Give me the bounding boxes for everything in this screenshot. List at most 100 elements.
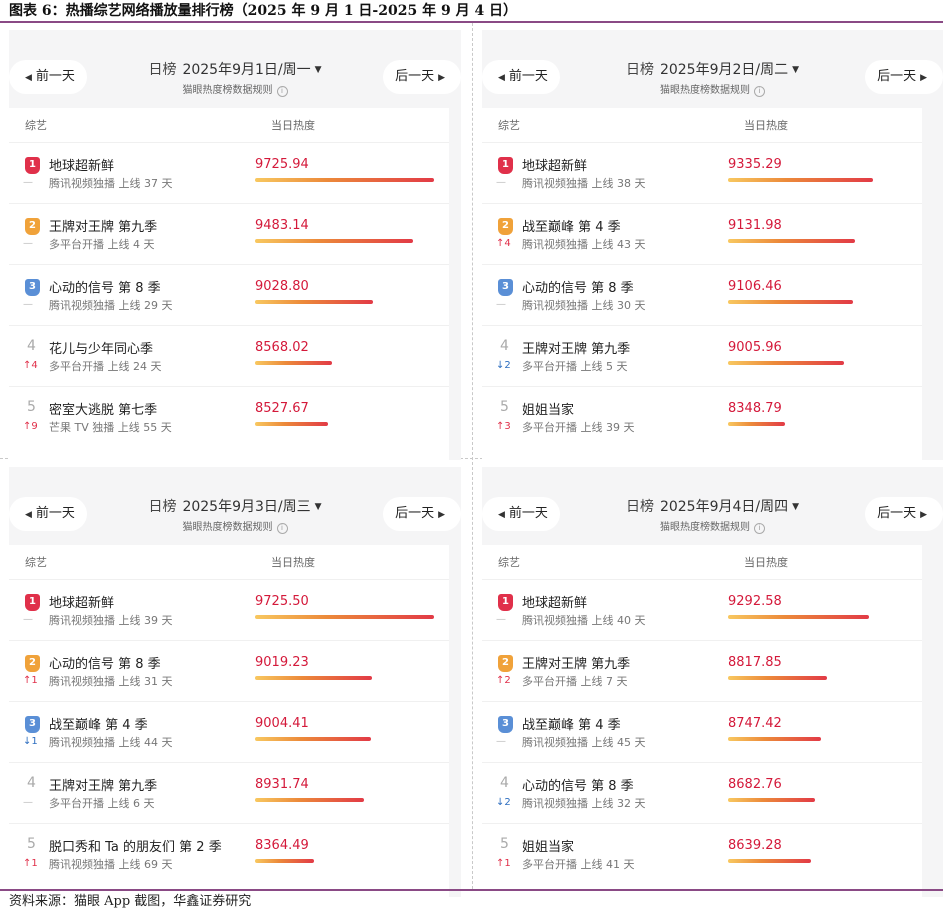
table-row[interactable]: 1 — 地球超新鲜 腾讯视频独播 上线 38 天 9335.29 xyxy=(482,142,922,203)
rank-number: 5 xyxy=(27,836,36,852)
col-heat-header: 当日热度 xyxy=(744,556,788,569)
show-name: 地球超新鲜 xyxy=(49,596,115,611)
show-platform-info: 腾讯视频独播 上线 44 天 xyxy=(49,736,173,749)
table-row[interactable]: 4 ↓2 心动的信号 第 8 季腾讯视频独播 上线 32 天 8682.76 xyxy=(482,762,922,823)
table-row[interactable]: 2 — 王牌对王牌 第九季 多平台开播 上线 4 天 9483.14 xyxy=(9,203,449,264)
col-show-header: 综艺 xyxy=(498,119,520,132)
table-row[interactable]: 1 — 地球超新鲜 腾讯视频独播 上线 39 天 9725.50 xyxy=(9,579,449,640)
show-name: 心动的信号 第 8 季 xyxy=(49,657,161,672)
list-header: 综艺 当日热度 xyxy=(482,545,922,579)
rank-trend: ↑3 xyxy=(496,421,511,432)
rank-trend: ↓2 xyxy=(496,797,511,808)
table-row[interactable]: 5 ↑1 姐姐当家 多平台开播 上线 41 天 8639.28 xyxy=(482,823,922,884)
ranking-list: 综艺 当日热度 1 — 地球超新鲜 腾讯视频独播 上线 39 天 9725.50 2 ↑1 心动的… xyxy=(9,545,449,897)
table-row[interactable]: 3 — 心动的信号 第 8 季腾讯视频独播 上线 30 天 9106.46 xyxy=(482,264,922,325)
table-row[interactable]: 5 ↑9 密室大逃脱 第七季 芒果 TV 独播 上线 55 天 8527.67 xyxy=(9,386,449,447)
chevron-down-icon: ▼ xyxy=(314,502,322,512)
rank-badge-icon: 3 xyxy=(498,279,513,296)
show-name: 战至巅峰 第 4 季 xyxy=(522,220,621,235)
vertical-divider xyxy=(472,23,473,889)
chevron-down-icon: ▼ xyxy=(314,65,322,75)
show-platform-info: 腾讯视频独播 上线 31 天 xyxy=(49,675,173,688)
show-platform-info: 多平台开播 上线 4 天 xyxy=(49,238,155,251)
figure-title: 图表 6：热播综艺网络播放量排行榜（2025 年 9 月 1 日-2025 年 … xyxy=(9,3,518,19)
heat-bar xyxy=(728,300,853,304)
show-name: 脱口秀和 Ta 的朋友们 第 2 季 xyxy=(49,840,222,855)
rank-badge-icon: 2 xyxy=(25,655,40,672)
list-header: 综艺 当日热度 xyxy=(9,108,449,142)
heat-bar xyxy=(728,178,873,182)
list-header: 综艺 当日热度 xyxy=(482,108,922,142)
data-rule-text: 猫眼热度榜数据规则 xyxy=(660,522,750,533)
table-row[interactable]: 2 ↑2 王牌对王牌 第九季 多平台开播 上线 7 天 8817.85 xyxy=(482,640,922,701)
table-row[interactable]: 2 ↑1 心动的信号 第 8 季腾讯视频独播 上线 31 天 9019.23 xyxy=(9,640,449,701)
rank-trend: — xyxy=(23,299,33,310)
show-name: 王牌对王牌 第九季 xyxy=(522,342,631,357)
show-platform-info: 多平台开播 上线 7 天 xyxy=(522,675,628,688)
show-name: 姐姐当家 xyxy=(522,403,575,418)
heat-value: 9004.41 xyxy=(255,716,309,731)
rank-badge-icon: 1 xyxy=(498,157,513,174)
table-row[interactable]: 5 ↑3 姐姐当家 多平台开播 上线 39 天 8348.79 xyxy=(482,386,922,447)
heat-bar xyxy=(255,422,328,426)
show-platform-info: 多平台开播 上线 24 天 xyxy=(49,360,162,373)
date-text: 2025年9月2日/周二 xyxy=(659,62,789,78)
date-selector[interactable]: 日榜 2025年9月2日/周二 ▼ xyxy=(482,59,943,79)
list-header: 综艺 当日热度 xyxy=(9,545,449,579)
rank-badge-icon: 2 xyxy=(498,655,513,672)
ranking-panel: ◀ 前一天 后一天 ▶ 日榜 2025年9月3日/周三 ▼ 猫眼热度榜数据规则 i 综艺 当日热度 1… xyxy=(9,467,461,897)
show-name: 王牌对王牌 第九季 xyxy=(49,220,158,235)
heat-bar xyxy=(255,615,434,619)
heat-bar xyxy=(255,239,413,243)
info-icon: i xyxy=(754,86,765,97)
table-row[interactable]: 1 — 地球超新鲜腾讯视频独播 上线 37 天 9725.94 xyxy=(9,142,449,203)
heat-value: 9335.29 xyxy=(728,157,782,172)
show-name: 姐姐当家 xyxy=(522,840,575,855)
table-row[interactable]: 5 ↑1 脱口秀和 Ta 的朋友们 第 2 季腾讯视频独播 上线 69 天 8364.… xyxy=(9,823,449,884)
rank-trend: ↑2 xyxy=(496,675,511,686)
table-row[interactable]: 4 — 王牌对王牌 第九季 多平台开播 上线 6 天 8931.74 xyxy=(9,762,449,823)
data-rule-link[interactable]: 猫眼热度榜数据规则 i xyxy=(482,518,943,534)
date-selector[interactable]: 日榜 2025年9月1日/周一 ▼ xyxy=(9,59,461,79)
show-platform-info: 腾讯视频独播 上线 29 天 xyxy=(49,299,173,312)
show-platform-info: 腾讯视频独播 上线 69 天 xyxy=(49,858,173,871)
col-show-header: 综艺 xyxy=(25,556,47,569)
table-row[interactable]: 3 — 心动的信号 第 8 季腾讯视频独播 上线 29 天 9028.80 xyxy=(9,264,449,325)
heat-value: 9725.94 xyxy=(255,157,309,172)
date-selector[interactable]: 日榜 2025年9月3日/周三 ▼ xyxy=(9,496,461,516)
ranking-panel: ◀ 前一天 后一天 ▶ 日榜 2025年9月1日/周一 ▼ 猫眼热度榜数据规则 i 综艺 当日热度 1… xyxy=(9,30,461,460)
table-row[interactable]: 2 ↑4 战至巅峰 第 4 季腾讯视频独播 上线 43 天 9131.98 xyxy=(482,203,922,264)
heat-bar xyxy=(255,676,372,680)
board-label: 日榜 xyxy=(625,499,654,515)
show-platform-info: 多平台开播 上线 6 天 xyxy=(49,797,155,810)
show-platform-info: 腾讯视频独播 上线 37 天 xyxy=(49,177,173,190)
rank-number: 4 xyxy=(500,775,509,791)
info-icon: i xyxy=(276,86,288,97)
table-row[interactable]: 1 — 地球超新鲜 腾讯视频独播 上线 40 天 9292.58 xyxy=(482,579,922,640)
board-label: 日榜 xyxy=(148,499,177,515)
table-row[interactable]: 3 ↓1 战至巅峰 第 4 季腾讯视频独播 上线 44 天 9004.41 xyxy=(9,701,449,762)
table-row[interactable]: 4 ↓2 王牌对王牌 第九季 多平台开播 上线 5 天 9005.96 xyxy=(482,325,922,386)
data-rule-text: 猫眼热度榜数据规则 xyxy=(182,522,273,533)
ranking-panel: ◀ 前一天 后一天 ▶ 日榜 2025年9月4日/周四 ▼ 猫眼热度榜数据规则 i 综艺 当日热度 1… xyxy=(482,467,943,897)
data-rule-link[interactable]: 猫眼热度榜数据规则 i xyxy=(9,81,461,97)
table-row[interactable]: 4 ↑4 花儿与少年同心季 多平台开播 上线 24 天 8568.02 xyxy=(9,325,449,386)
rank-badge-icon: 3 xyxy=(25,716,40,733)
heat-bar xyxy=(728,422,785,426)
show-name: 地球超新鲜 xyxy=(49,159,115,174)
date-selector[interactable]: 日榜 2025年9月4日/周四 ▼ xyxy=(482,496,943,516)
table-row[interactable]: 3 — 战至巅峰 第 4 季腾讯视频独播 上线 45 天 8747.42 xyxy=(482,701,922,762)
rank-badge-icon: 1 xyxy=(25,594,40,611)
data-rule-link[interactable]: 猫眼热度榜数据规则 i xyxy=(9,518,461,534)
rank-trend: — xyxy=(23,177,33,188)
heat-value: 9028.80 xyxy=(255,279,309,294)
show-name: 心动的信号 第 8 季 xyxy=(49,281,161,296)
data-rule-link[interactable]: 猫眼热度榜数据规则 i xyxy=(482,81,943,97)
show-name: 密室大逃脱 第七季 xyxy=(49,403,158,418)
rank-number: 5 xyxy=(500,836,509,852)
rank-trend: ↓1 xyxy=(23,736,38,747)
heat-value: 8364.49 xyxy=(255,838,309,853)
col-heat-header: 当日热度 xyxy=(271,556,315,569)
heat-value: 8931.74 xyxy=(255,777,309,792)
rank-badge-icon: 1 xyxy=(25,157,40,174)
